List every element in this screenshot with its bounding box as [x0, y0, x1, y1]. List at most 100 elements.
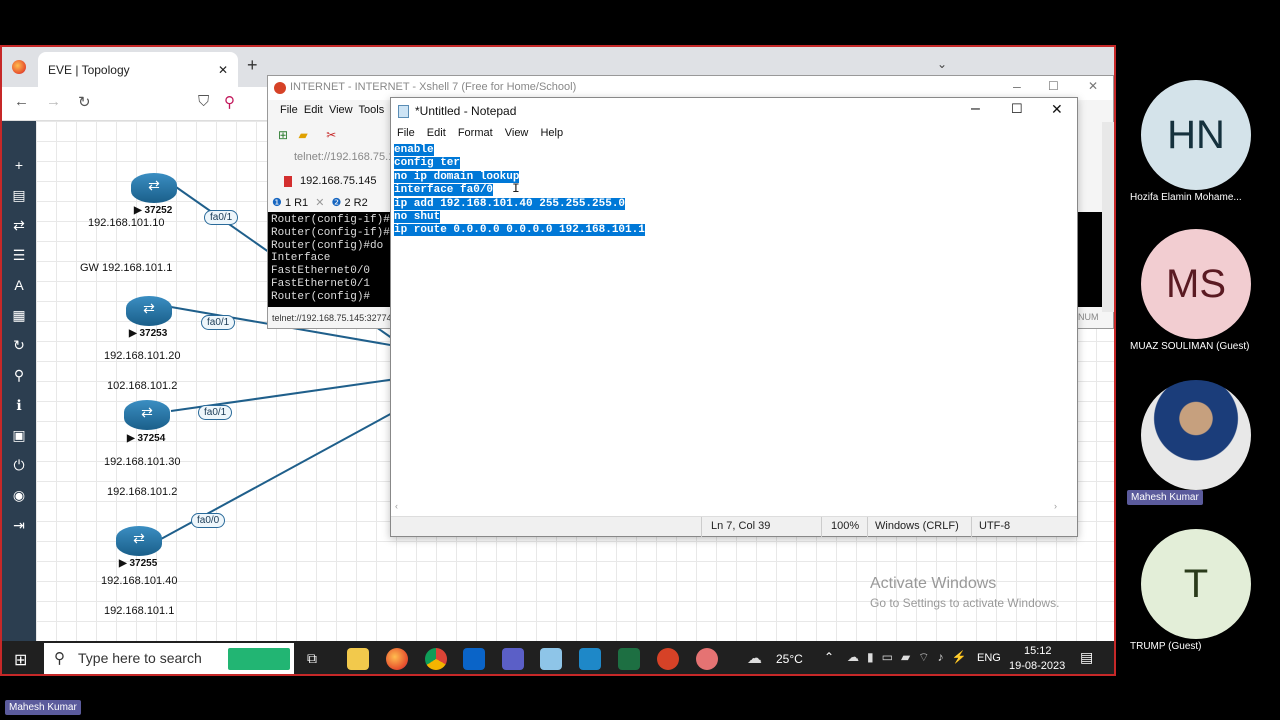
tab-eve-topology[interactable]: EVE | Topology ✕ — [38, 52, 238, 87]
teams-icon[interactable] — [502, 648, 524, 670]
maximize-icon[interactable]: ☐ — [1048, 79, 1059, 93]
new-tab-button[interactable]: + — [247, 55, 258, 76]
virtualbox-icon[interactable] — [579, 648, 601, 670]
router-label: ▶ 37252 — [134, 205, 173, 216]
close-icon[interactable]: ✕ — [1088, 79, 1098, 93]
shield-icon[interactable]: ⛉ — [198, 93, 209, 110]
session-tab-r1[interactable]: ❶ 1 R1 — [272, 197, 308, 209]
terminal-output[interactable]: Router(config-if)# Router(config-if)#e Rou… — [268, 212, 398, 307]
avatar: T — [1141, 529, 1251, 639]
notification-icon[interactable]: ▤ — [1080, 649, 1093, 666]
notepad-taskbar-icon[interactable] — [540, 648, 562, 670]
tray-icons[interactable]: ☁▮▭▰⌔♪⚡ — [847, 650, 974, 665]
xshell-logo-icon — [274, 82, 286, 94]
lock-icon[interactable]: ◉ — [9, 485, 29, 505]
power-icon[interactable]: ⏻ — [9, 455, 29, 475]
xshell-taskbar-icon[interactable] — [657, 648, 679, 670]
eve-sidebar: + ▤ ⇄ ☰ A ▦ ↻ ⚲ ℹ ▣ ⏻ ◉ ⇥ — [2, 121, 36, 674]
horizontal-scrollbar[interactable]: ‹ › — [391, 500, 1063, 514]
startup-configs-icon[interactable]: ☰ — [9, 245, 29, 265]
participant-name: Hozifa Elamin Mohame... — [1130, 192, 1242, 203]
tab-title: EVE | Topology — [48, 63, 130, 77]
tray-chevron-icon[interactable]: ⌃ — [824, 650, 834, 664]
participant-name: MUAZ SOULIMAN (Guest) — [1130, 341, 1250, 352]
back-icon[interactable]: ← — [14, 93, 29, 110]
outlook-icon[interactable] — [463, 648, 485, 670]
menu-file[interactable]: File — [280, 104, 298, 116]
tab-list-chevron-icon[interactable]: ⌄ — [937, 57, 947, 71]
grid-icon[interactable]: ▦ — [9, 305, 29, 325]
excel-icon[interactable] — [618, 648, 640, 670]
firefox-icon[interactable] — [386, 648, 408, 670]
xshell-menu: File Edit View Tools — [268, 100, 398, 122]
avatar: HN — [1141, 80, 1251, 190]
open-folder-icon[interactable]: ▰ — [299, 128, 308, 142]
new-session-icon[interactable]: ⊞ — [278, 128, 288, 142]
info-icon[interactable]: ℹ — [9, 395, 29, 415]
menu-format[interactable]: Format — [458, 127, 493, 139]
windows-start-icon[interactable]: ⊞ — [14, 650, 27, 670]
lab-details-icon[interactable]: ▣ — [9, 425, 29, 445]
logout-icon[interactable]: ⇥ — [9, 515, 29, 535]
menu-edit[interactable]: Edit — [304, 104, 323, 116]
num-indicator: NUM — [1078, 312, 1099, 322]
menu-file[interactable]: File — [397, 127, 415, 139]
interface-badge[interactable]: fa0/1 — [201, 315, 236, 330]
taskbar-search[interactable]: ⚲ Type here to search — [44, 643, 294, 674]
file-explorer-icon[interactable] — [347, 648, 369, 670]
disconnect-icon[interactable]: ✂ — [326, 128, 336, 142]
text-icon[interactable]: A — [9, 275, 29, 295]
zoom-icon[interactable]: ⚲ — [9, 365, 29, 385]
maximize-icon[interactable]: ☐ — [1011, 101, 1023, 117]
notepad-title: *Untitled - Notepad — [415, 104, 517, 118]
language-indicator[interactable]: ENG — [977, 652, 1001, 664]
menu-help[interactable]: Help — [540, 127, 563, 139]
watermark-subtitle: Go to Settings to activate Windows. — [870, 596, 1060, 610]
router-37253-icon[interactable] — [126, 296, 172, 326]
router-37255-icon[interactable] — [116, 526, 162, 556]
clock-time[interactable]: 15:12 — [1024, 645, 1052, 657]
text-cursor-icon: I — [512, 181, 520, 196]
menu-edit[interactable]: Edit — [427, 127, 446, 139]
menu-view[interactable]: View — [329, 104, 353, 116]
permissions-icon[interactable]: ⚲ — [224, 93, 235, 111]
router-37254-icon[interactable] — [124, 400, 170, 430]
search-placeholder: Type here to search — [78, 650, 202, 666]
weather-icon[interactable]: ☁ — [747, 649, 762, 667]
refresh-icon[interactable]: ↻ — [9, 335, 29, 355]
interface-badge[interactable]: fa0/1 — [198, 405, 233, 420]
forward-icon[interactable]: → — [46, 93, 61, 110]
minimize-icon[interactable]: – — [1013, 78, 1021, 94]
avatar: MS — [1141, 229, 1251, 339]
app-icon[interactable] — [696, 648, 718, 670]
task-view-icon[interactable]: ⧉ — [307, 650, 317, 667]
session-tab-r2[interactable]: ❷ 2 R2 — [332, 197, 368, 209]
menu-view[interactable]: View — [505, 127, 529, 139]
reload-icon[interactable]: ↻ — [78, 93, 91, 111]
cursor-position: Ln 7, Col 39 — [711, 520, 771, 532]
session-bar[interactable]: 192.168.75.145 — [276, 172, 396, 192]
router-gateway: GW 192.168.101.1 — [80, 262, 173, 274]
scrollbar[interactable] — [1102, 122, 1114, 312]
interface-badge[interactable]: fa0/0 — [191, 513, 226, 528]
minimize-icon[interactable]: – — [971, 100, 980, 118]
weather-temp[interactable]: 25°C — [776, 652, 803, 666]
video-thumbnail — [1141, 380, 1251, 490]
add-node-icon[interactable]: + — [9, 155, 29, 175]
chrome-icon[interactable] — [425, 648, 447, 670]
notepad-text-area[interactable]: enable config ter no ip domain lookup in… — [394, 144, 1064, 500]
close-icon[interactable]: ✕ — [1051, 101, 1063, 118]
clock-date[interactable]: 19-08-2023 — [1009, 660, 1065, 672]
menu-tools[interactable]: Tools — [359, 104, 385, 116]
nodes-icon[interactable]: ▤ — [9, 185, 29, 205]
router-37252-icon[interactable] — [131, 173, 177, 203]
address-bar[interactable]: telnet://192.168.75.1 — [276, 148, 396, 168]
notepad-status-bar: Ln 7, Col 39 100% Windows (CRLF) UTF-8 — [391, 516, 1077, 537]
interface-badge[interactable]: fa0/1 — [204, 210, 239, 225]
networks-icon[interactable]: ⇄ — [9, 215, 29, 235]
text-line: no shut — [394, 211, 441, 224]
tab-close-icon[interactable]: ✕ — [218, 63, 228, 77]
vertical-scrollbar[interactable] — [1063, 144, 1076, 500]
participant-name: TRUMP (Guest) — [1130, 641, 1202, 652]
encoding: UTF-8 — [979, 520, 1011, 532]
